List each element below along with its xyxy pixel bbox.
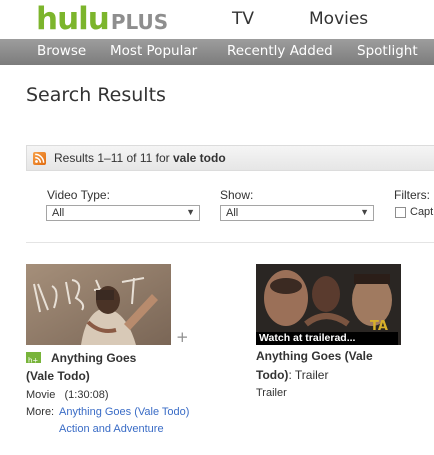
results-count: Results 1–11 of 11 for vale todo <box>54 151 226 165</box>
video-type-value: All <box>52 207 65 219</box>
trailer-caption[interactable]: Watch at trailerad... <box>256 332 398 345</box>
result-type-value: Movie <box>26 389 56 401</box>
nav-most-popular[interactable]: Most Popular <box>110 43 197 59</box>
nav-spotlight[interactable]: Spotlight <box>357 43 418 59</box>
rss-icon[interactable] <box>33 152 46 165</box>
result-title-bold: Todo) <box>256 368 289 382</box>
logo-hulu-text: hulu <box>36 1 110 37</box>
hulu-plus-badge-icon: h+ <box>26 352 41 365</box>
more-link-genre[interactable]: Action and Adventure <box>59 422 164 437</box>
page-title: Search Results <box>26 84 166 106</box>
result-title-line1[interactable]: Anything Goes <box>51 349 136 367</box>
add-to-queue-button[interactable]: + <box>176 328 189 346</box>
filters-label: Filters: <box>394 188 430 202</box>
result-duration: (1:30:08) <box>64 389 109 401</box>
result-thumbnail-anything-goes[interactable] <box>26 264 171 345</box>
result-type: Trailer <box>256 387 287 399</box>
result-title-line1[interactable]: Anything Goes (Vale <box>256 347 373 365</box>
chevron-down-icon: ▼ <box>360 207 369 217</box>
result-title-line2[interactable]: Todo): Trailer <box>256 366 328 384</box>
results-header-bar: Results 1–11 of 11 for vale todo <box>26 145 434 171</box>
divider <box>26 242 434 243</box>
chevron-down-icon: ▼ <box>186 207 195 217</box>
captions-checkbox[interactable] <box>395 207 406 218</box>
show-value: All <box>226 207 239 219</box>
video-type-select[interactable]: All ▼ <box>46 205 200 221</box>
nav-movies[interactable]: Movies <box>309 9 368 29</box>
movie-thumbnail-image <box>26 264 171 345</box>
result-title-suffix: : Trailer <box>288 368 329 382</box>
top-header: hulu PLUS TV Movies <box>0 0 434 38</box>
hulu-plus-logo[interactable]: hulu PLUS <box>36 2 168 36</box>
more-link-show[interactable]: Anything Goes (Vale Todo) <box>59 405 189 420</box>
captions-checkbox-label: Capt <box>410 206 434 218</box>
show-select[interactable]: All ▼ <box>220 205 374 221</box>
logo-plus-text: PLUS <box>110 10 169 34</box>
result-type: Movie (1:30:08) <box>26 388 109 403</box>
show-label: Show: <box>220 188 254 202</box>
result-thumbnail-trailer[interactable]: TA Watch at trailerad... <box>256 264 401 345</box>
result-title-line2[interactable]: (Vale Todo) <box>26 367 90 385</box>
more-label: More: <box>26 406 55 418</box>
video-type-label: Video Type: <box>47 188 110 202</box>
results-query: vale todo <box>172 151 226 165</box>
nav-recently-added[interactable]: Recently Added <box>227 43 333 59</box>
nav-tv[interactable]: TV <box>232 9 254 29</box>
results-count-text: Results 1–11 of 11 for <box>54 151 173 165</box>
filters-area: Video Type: All ▼ Show: All ▼ Filters: C… <box>26 172 434 221</box>
sub-navigation: Browse Most Popular Recently Added Spotl… <box>0 39 434 65</box>
nav-browse[interactable]: Browse <box>37 43 86 59</box>
svg-text:h+: h+ <box>28 357 38 365</box>
